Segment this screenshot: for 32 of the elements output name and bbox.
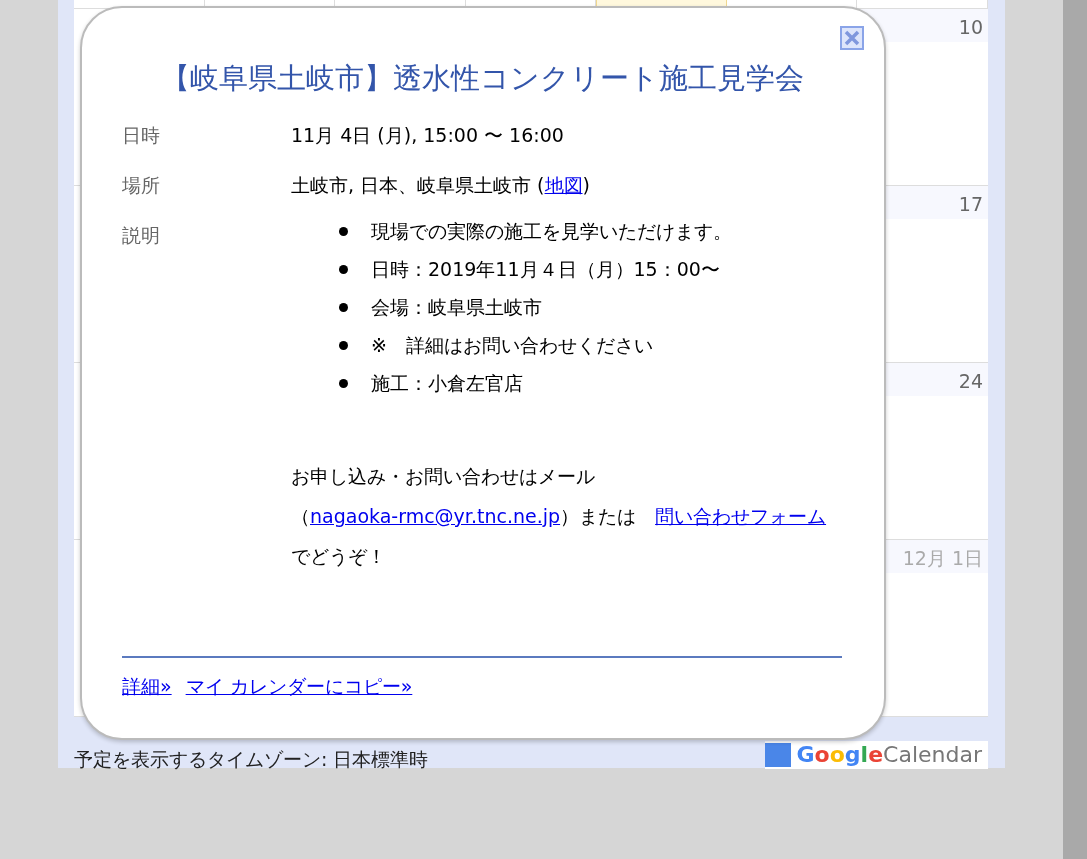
link[interactable]: nagaoka-rmc@yr.tnc.ne.jp [310,505,561,527]
bullet-icon [339,226,348,236]
link[interactable]: 問い合わせフォーム [655,505,827,527]
day-number: 24 [958,369,983,394]
calendar-icon [764,743,791,767]
bullet-text: 会場：岐阜県土岐市 [371,294,542,320]
day-number: 10 [958,15,983,40]
bullet-text: 施工：小倉左官店 [371,370,523,396]
field-label: 場所 [122,173,161,198]
close-button[interactable] [840,26,864,50]
field-label: 日時 [122,123,161,148]
product-name: Calendar [883,742,983,768]
day-number: 12月 1日 [902,546,983,571]
footer-link[interactable]: 詳細» [122,671,172,700]
contact-paragraph: お申し込み・お問い合わせはメール（nagaoka-rmc@yr.tnc.ne.jp）または 問い合わせフォーム でどうぞ！ [291,465,827,567]
bullet-text: 現場での実際の施工を見学いただけます。 [371,218,732,244]
calendar-logo: GoogleCalendar [764,741,988,769]
bullet-icon [339,378,348,388]
link[interactable]: 地図 [544,174,583,196]
field-value: 土岐市, 日本、岐阜県土岐市 (地図) [291,174,590,196]
bullet-icon [339,340,348,350]
day-number: 17 [958,192,983,217]
bullet-icon [339,264,348,274]
bullet-text: 日時：2019年11月４日（月）15：00〜 [371,256,720,282]
field-label: 説明 [122,223,161,248]
close-icon [844,30,860,46]
footer-link[interactable]: マイ カレンダーにコピー» [185,671,413,700]
bullet-text: ※ 詳細はお問い合わせください [371,332,653,358]
bullet-icon [339,302,348,312]
field-value: 11月 4日 (月), 15:00 〜 16:00 [291,124,564,146]
timezone-note: 予定を表示するタイムゾーン: 日本標準時 [74,747,429,771]
event-title: 【岐阜県土岐市】透水性コンクリート施工見学会 [159,60,805,97]
